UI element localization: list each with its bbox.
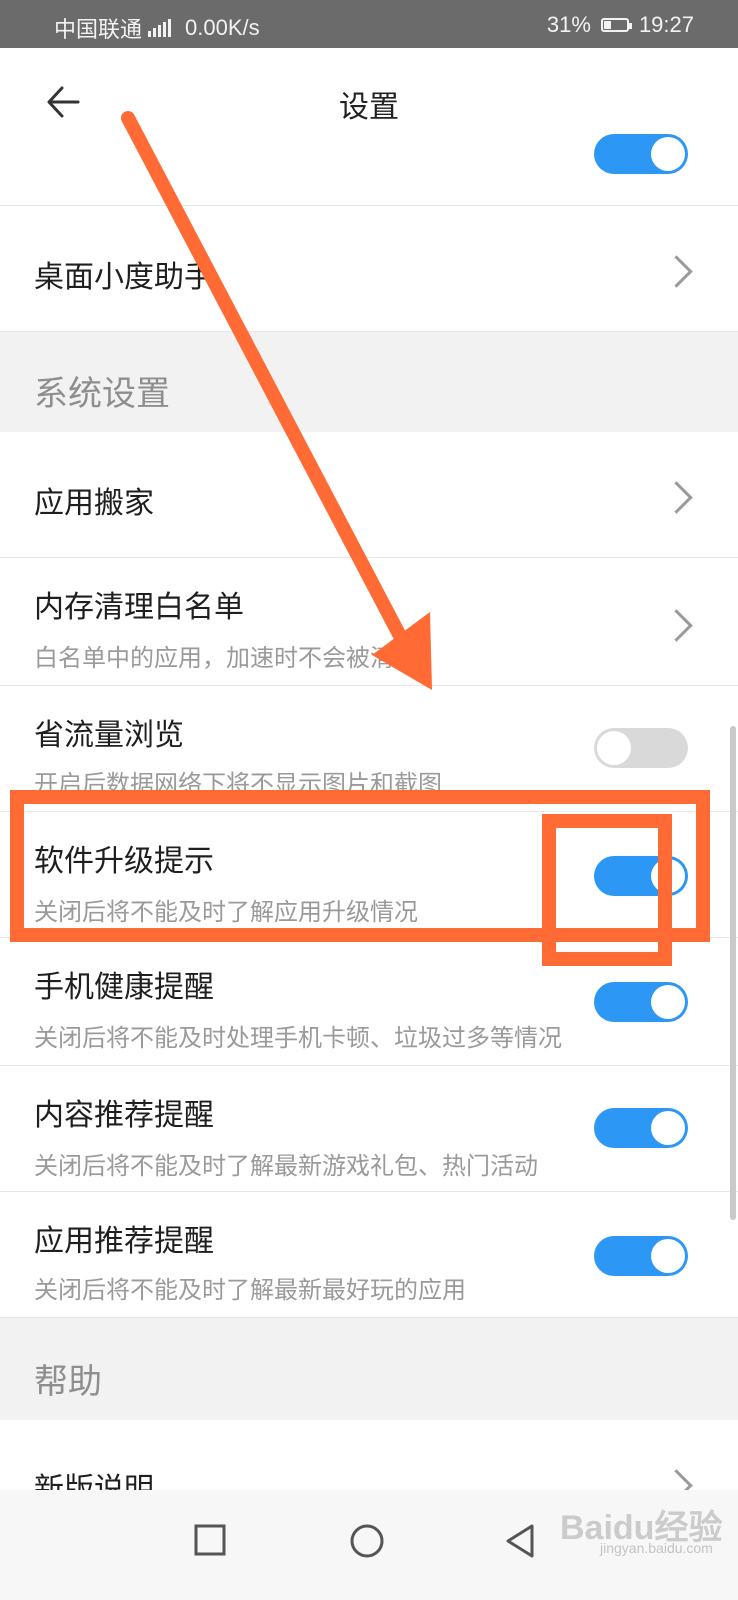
item-label: 桌面小度助手 xyxy=(34,260,214,295)
toggle-knob xyxy=(651,985,685,1019)
item-subtitle: 关闭后将不能及时了解最新最好玩的应用 xyxy=(34,1276,466,1304)
battery-icon xyxy=(600,18,632,32)
item-label: 省流量浏览 xyxy=(34,718,184,753)
circle-icon[interactable] xyxy=(344,1518,390,1564)
battery-percent: 31% xyxy=(546,12,591,37)
chevron-right-icon xyxy=(660,255,693,288)
item-label: 应用搬家 xyxy=(34,486,154,521)
toggle-switch[interactable] xyxy=(594,982,688,1022)
item-subtitle: 开启后数据网络下将不显示图片和截图 xyxy=(34,770,442,798)
toggle-switch[interactable] xyxy=(594,1236,688,1276)
item-subtitle: 关闭后将不能及时处理手机卡顿、垃圾过多等情况 xyxy=(34,1024,562,1052)
list-item-app-recommend[interactable]: 应用推荐提醒 关闭后将不能及时了解最新最好玩的应用 xyxy=(0,1192,738,1318)
item-subtitle: 关闭后将不能及时了解最新游戏礼包、热门活动 xyxy=(34,1152,538,1180)
section-title: 系统设置 xyxy=(34,374,170,414)
section-header-help: 帮助 xyxy=(0,1318,738,1420)
carrier-name: 中国联通 xyxy=(54,17,143,42)
list-item-health-reminder[interactable]: 手机健康提醒 关闭后将不能及时处理手机卡顿、垃圾过多等情况 xyxy=(0,938,738,1066)
list-item-upgrade-notice[interactable]: 软件升级提示 关闭后将不能及时了解应用升级情况 xyxy=(0,812,738,938)
toggle-switch[interactable] xyxy=(594,728,688,768)
toggle-knob xyxy=(651,137,685,171)
toggle-knob xyxy=(651,1111,685,1145)
network-speed: 0.00K/s xyxy=(185,15,260,40)
section-header-system: 系统设置 xyxy=(0,332,738,432)
system-nav-bar xyxy=(0,1490,738,1600)
toggle-switch[interactable] xyxy=(594,134,688,174)
item-subtitle: 白名单中的应用，加速时不会被清理 xyxy=(34,644,418,672)
list-item-partial[interactable] xyxy=(0,134,738,206)
list-item-app-move[interactable]: 应用搬家 xyxy=(0,432,738,558)
toggle-switch[interactable] xyxy=(594,1108,688,1148)
list-item-content-reminder[interactable]: 内容推荐提醒 关闭后将不能及时了解最新游戏礼包、热门活动 xyxy=(0,1066,738,1192)
item-label: 内容推荐提醒 xyxy=(34,1098,214,1133)
chevron-right-icon xyxy=(660,481,693,514)
list-item-whitelist[interactable]: 内存清理白名单 白名单中的应用，加速时不会被清理 xyxy=(0,558,738,686)
page-title: 设置 xyxy=(339,90,399,125)
square-icon[interactable] xyxy=(188,1518,234,1564)
toggle-knob xyxy=(651,859,685,893)
status-bar: 中国联通 0.00K/s 31% 19:27 xyxy=(0,0,738,48)
item-label: 应用推荐提醒 xyxy=(34,1224,214,1259)
item-label: 内存清理白名单 xyxy=(34,590,244,625)
chevron-right-icon xyxy=(660,609,693,642)
section-title: 帮助 xyxy=(34,1362,102,1402)
list-item-save-data[interactable]: 省流量浏览 开启后数据网络下将不显示图片和截图 xyxy=(0,686,738,812)
toggle-knob xyxy=(651,1239,685,1273)
scrollbar[interactable] xyxy=(730,726,736,1220)
item-subtitle: 关闭后将不能及时了解应用升级情况 xyxy=(34,898,418,926)
signal-icon xyxy=(148,19,172,37)
item-label: 软件升级提示 xyxy=(34,844,214,879)
toggle-switch[interactable] xyxy=(594,856,688,896)
item-label: 手机健康提醒 xyxy=(34,970,214,1005)
toggle-knob xyxy=(597,731,631,765)
clock: 19:27 xyxy=(638,12,694,37)
list-item-desktop-assistant[interactable]: 桌面小度助手 xyxy=(0,206,738,332)
triangle-back-icon[interactable] xyxy=(498,1518,544,1564)
